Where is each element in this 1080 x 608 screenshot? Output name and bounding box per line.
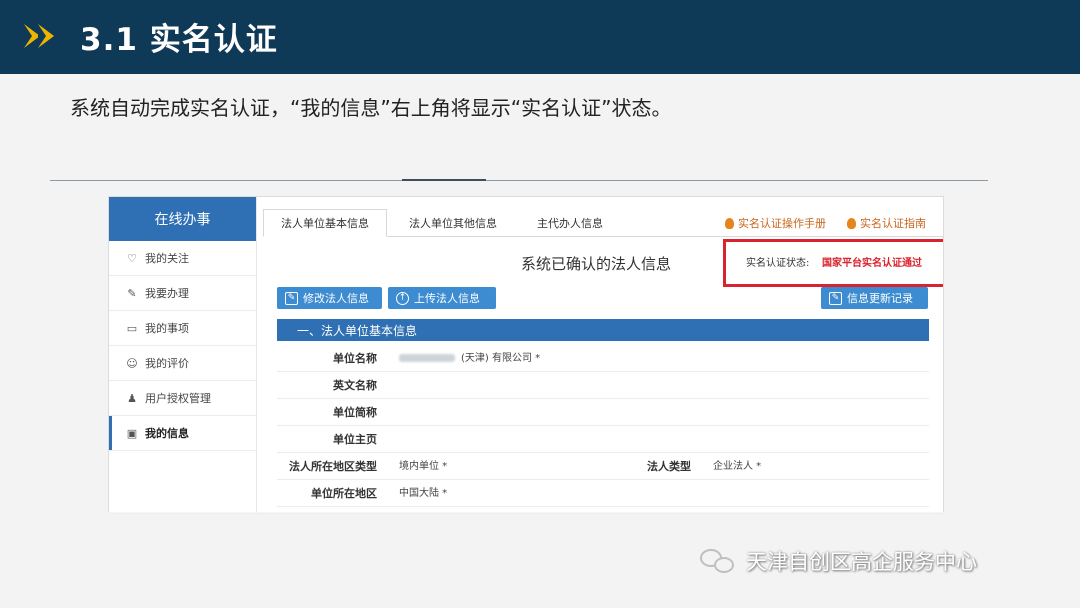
redacted-mask: [399, 354, 455, 362]
sidebar-item-label: 我要办理: [145, 287, 189, 300]
lightbulb-icon: [847, 217, 856, 229]
sidebar-item-label: 用户授权管理: [145, 392, 211, 405]
edit-icon: ✎: [285, 291, 298, 305]
status-value: 国家平台实名认证通过: [822, 258, 922, 269]
pen-icon: ✎: [127, 286, 137, 300]
edit-info-button[interactable]: ✎ 修改法人信息: [277, 287, 382, 309]
update-history-button[interactable]: ✎ 信息更新记录: [821, 287, 928, 309]
field-value: 境内单位 *: [399, 461, 448, 472]
form-row: 法人所在地区类型 境内单位 * 法人类型 企业法人 *: [277, 453, 929, 480]
field-label: 英文名称: [333, 379, 377, 392]
form-row: 单位所在地区 中国大陆 *: [277, 480, 929, 507]
field-value: (天津) 有限公司 *: [399, 345, 540, 372]
sidebar-item-label: 我的信息: [145, 427, 189, 440]
smile-icon: ☺: [126, 356, 138, 370]
field-label: 单位主页: [333, 433, 377, 446]
confirm-title: 系统已确认的法人信息: [521, 255, 672, 273]
form-row: 单位名称 (天津) 有限公司 *: [277, 345, 929, 372]
section-title: 一、法人单位基本信息: [277, 319, 929, 341]
slide-subtitle: 系统自动完成实名认证，“我的信息”右上角将显示“实名认证”状态。: [70, 96, 672, 120]
sidebar-item-matters[interactable]: ▭ 我的事项: [109, 311, 256, 346]
help-link-guide[interactable]: 实名认证指南: [847, 215, 926, 231]
heart-icon: ♡: [127, 251, 137, 265]
sidebar-item-reviews[interactable]: ☺ 我的评价: [109, 346, 256, 381]
status-label: 实名认证状态:: [746, 258, 810, 269]
slide-header: 3.1 实名认证: [0, 0, 1080, 74]
ui-screenshot: 在线办事 ♡ 我的关注 ✎ 我要办理 ▭ 我的事项 ☺ 我的评价 ♟ 用户授权管…: [108, 196, 944, 514]
sidebar-item-label: 我的事项: [145, 322, 189, 335]
watermark: 天津自创区高企服务中心: [700, 546, 977, 576]
field-value: 中国大陆 *: [399, 488, 448, 499]
help-link-manual[interactable]: 实名认证操作手册: [725, 215, 826, 231]
divider-accent: [402, 179, 486, 181]
main-panel: 法人单位基本信息 法人单位其他信息 主代办人信息 实名认证操作手册 实名认证指南…: [263, 197, 943, 513]
sidebar-item-apply[interactable]: ✎ 我要办理: [109, 276, 256, 311]
form-row: 英文名称: [277, 372, 929, 399]
sidebar-item-label: 我的评价: [145, 357, 189, 370]
field-label: 单位简称: [333, 406, 377, 419]
sidebar: 在线办事 ♡ 我的关注 ✎ 我要办理 ▭ 我的事项 ☺ 我的评价 ♟ 用户授权管…: [109, 197, 257, 513]
watermark-text: 天津自创区高企服务中心: [746, 550, 977, 574]
sidebar-item-label: 我的关注: [145, 252, 189, 265]
tab-bar: 法人单位基本信息 法人单位其他信息 主代办人信息 实名认证操作手册 实名认证指南: [263, 203, 943, 237]
wechat-icon: [700, 547, 736, 575]
upload-icon: ↑: [396, 291, 409, 305]
user-icon: ♟: [127, 391, 137, 405]
sidebar-item-follow[interactable]: ♡ 我的关注: [109, 241, 256, 276]
status-highlight-box: 实名认证状态: 国家平台实名认证通过: [723, 239, 943, 287]
id-card-icon: ▣: [126, 426, 138, 440]
lightbulb-icon: [725, 217, 734, 229]
sidebar-item-authorization[interactable]: ♟ 用户授权管理: [109, 381, 256, 416]
info-form: 单位名称 (天津) 有限公司 * 英文名称 单位简称 单位主页 法人所在地区类型…: [277, 345, 929, 507]
field-label: 法人所在地区类型: [289, 460, 377, 473]
folder-icon: ▭: [126, 321, 138, 335]
edit-icon: ✎: [829, 291, 842, 305]
tab-basic-info[interactable]: 法人单位基本信息: [263, 209, 387, 237]
divider: [50, 180, 988, 181]
field-value: 企业法人 *: [713, 461, 762, 472]
tab-agent-info[interactable]: 主代办人信息: [525, 209, 615, 237]
form-row: 单位主页: [277, 426, 929, 453]
field-label: 单位所在地区: [311, 487, 377, 500]
upload-info-button[interactable]: ↑ 上传法人信息: [388, 287, 496, 309]
sidebar-item-my-info[interactable]: ▣ 我的信息: [109, 416, 256, 451]
sidebar-header: 在线办事: [109, 197, 256, 241]
field-label: 法人类型: [647, 460, 691, 473]
tab-other-info[interactable]: 法人单位其他信息: [403, 209, 503, 237]
slide-title: 3.1 实名认证: [80, 22, 278, 58]
form-row: 单位简称: [277, 399, 929, 426]
field-label: 单位名称: [333, 352, 377, 365]
